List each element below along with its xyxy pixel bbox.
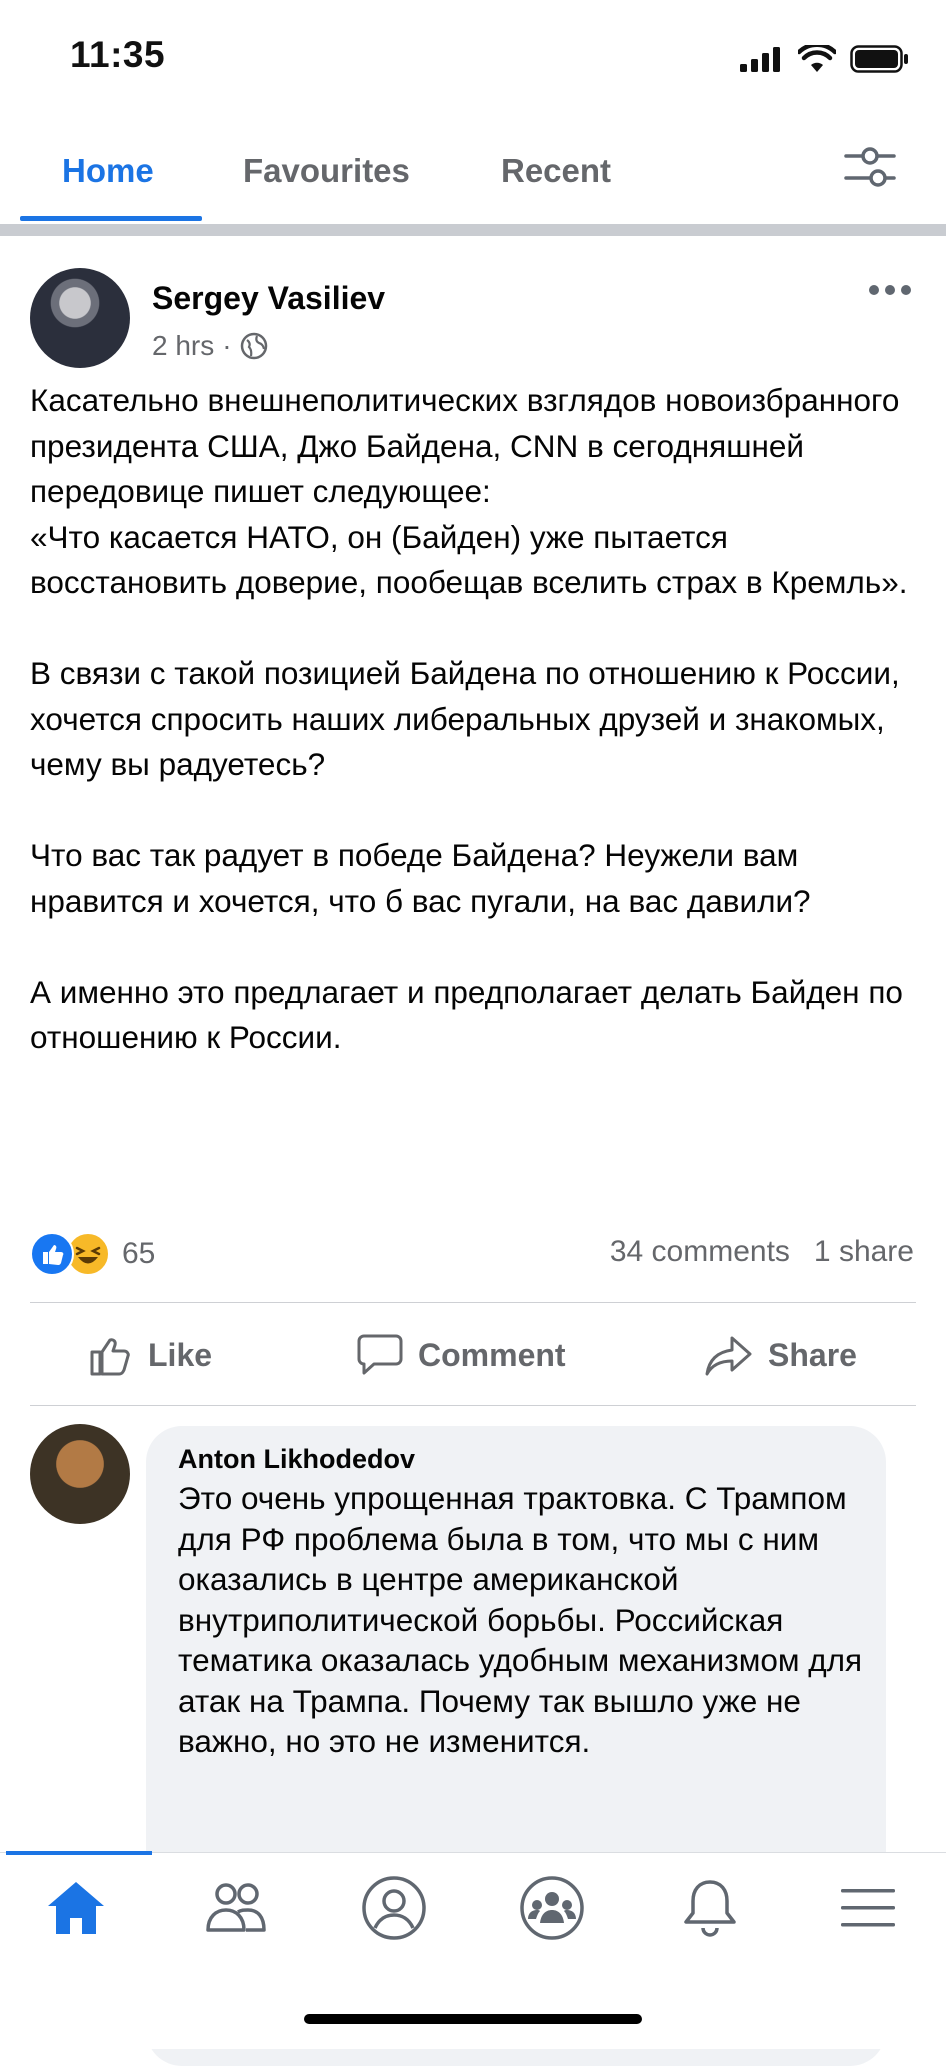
nav-notifications[interactable] [674, 1872, 746, 1944]
comment-author-name[interactable]: Anton Likhodedov [178, 1444, 415, 1475]
home-indicator [304, 2014, 642, 2024]
post-meta: 2 hrs · [152, 330, 268, 362]
post-paragraph: А именно это предлагает и предполагает д… [30, 973, 903, 1056]
comment-icon [357, 1334, 403, 1375]
shares-count[interactable]: 1 share [814, 1235, 914, 1269]
nav-profile[interactable] [358, 1872, 430, 1944]
post-paragraph: Касательно внешнеполитических взглядов н… [30, 382, 908, 600]
more-options-icon[interactable] [868, 282, 912, 298]
wifi-icon [798, 45, 836, 72]
nav-menu[interactable] [832, 1872, 904, 1944]
like-label: Like [148, 1336, 213, 1373]
post-time[interactable]: 2 hrs [152, 330, 214, 362]
reactions-summary[interactable]: 65 [30, 1232, 155, 1276]
post-author-avatar[interactable] [30, 268, 130, 368]
signal-icon [740, 47, 780, 72]
status-time: 11:35 [70, 34, 166, 75]
nav-groups[interactable] [516, 1872, 588, 1944]
post-stats: 34 comments 1 share [610, 1235, 914, 1269]
share-icon [705, 1336, 752, 1376]
post-paragraph: Что вас так радует в победе Байдена? Неу… [30, 837, 811, 919]
friends-icon [206, 1883, 266, 1932]
post-text: Касательно внешнеполитических взглядов н… [30, 378, 920, 1061]
feed-tabs: Home Favourites Recent [0, 140, 946, 224]
menu-icon [841, 1889, 895, 1927]
status-icons [740, 44, 910, 74]
filter-icon[interactable] [840, 142, 900, 192]
tab-recent[interactable]: Recent [501, 152, 611, 190]
feed-separator [0, 224, 946, 236]
divider [30, 1405, 916, 1406]
comment-text: Это очень упрощенная трактовка. С Трампо… [178, 1480, 863, 1759]
like-icon [90, 1338, 130, 1376]
nav-friends[interactable] [200, 1872, 272, 1944]
profile-icon [362, 1876, 426, 1940]
post-paragraph: В связи с такой позицией Байдена по отно… [30, 655, 900, 782]
post-actions: Like Comment Share [0, 1300, 946, 1410]
globe-icon [240, 332, 267, 360]
comment-label: Comment [418, 1336, 566, 1373]
share-label: Share [768, 1336, 857, 1373]
battery-icon [850, 45, 908, 73]
active-tab-indicator [20, 216, 202, 221]
home-icon [48, 1882, 104, 1934]
tab-favourites[interactable]: Favourites [243, 152, 410, 190]
notifications-icon [684, 1880, 736, 1937]
active-nav-indicator [6, 1851, 152, 1855]
tab-home[interactable]: Home [62, 152, 154, 190]
meta-dot: · [222, 330, 232, 361]
comment-button[interactable]: Comment [356, 1300, 566, 1410]
reactions-count: 65 [122, 1237, 156, 1270]
nav-home[interactable] [40, 1872, 112, 1944]
like-reaction-icon [30, 1232, 74, 1276]
like-button[interactable]: Like [88, 1300, 212, 1410]
comment-author-avatar[interactable] [30, 1424, 130, 1524]
comments-count[interactable]: 34 comments [610, 1235, 790, 1269]
share-button[interactable]: Share [704, 1300, 857, 1410]
groups-icon [520, 1876, 584, 1940]
post-author-name[interactable]: Sergey Vasiliev [152, 280, 385, 317]
